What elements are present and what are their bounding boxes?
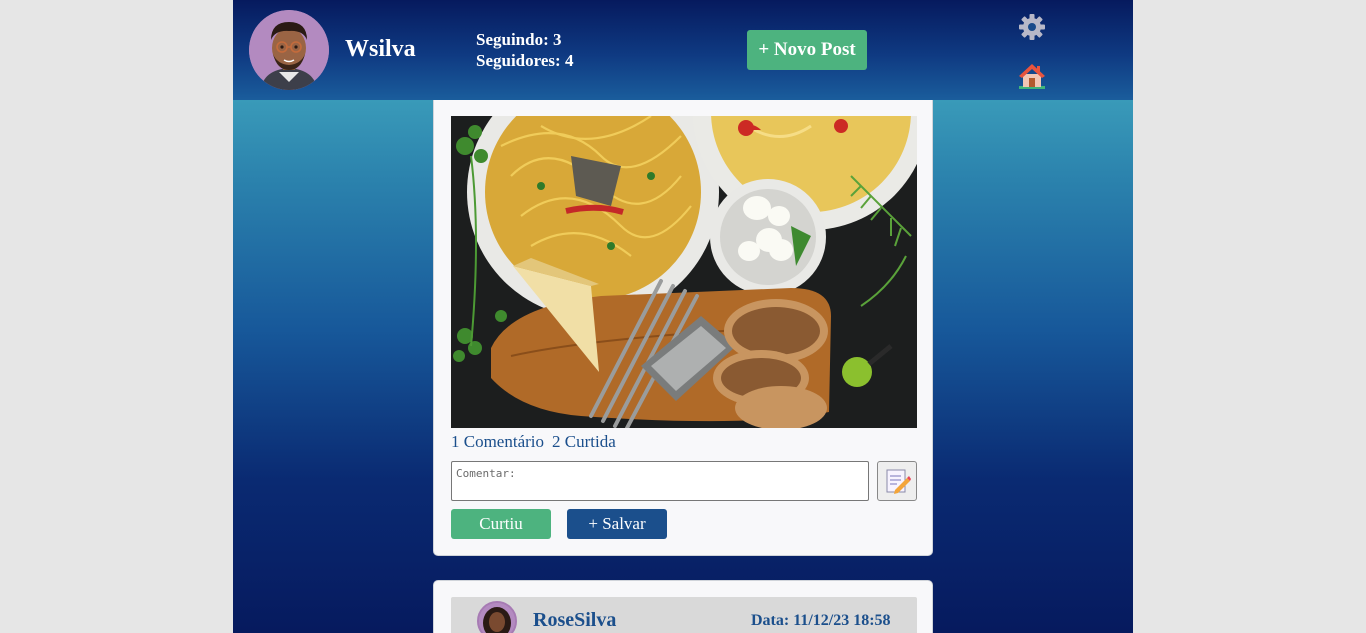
app-container: Wsilva Seguindo: 3 Seguidores: 4 + Novo …	[233, 0, 1133, 633]
post-card: 1 Comentário 2 Curtida Curtiu + Salvar	[433, 100, 933, 556]
profile-username: Wsilva	[345, 36, 416, 62]
settings-button[interactable]	[1017, 12, 1047, 42]
post-date: Data: 11/12/23 18:58	[751, 612, 891, 629]
gear-icon	[1019, 14, 1045, 40]
post-image[interactable]	[451, 116, 917, 428]
home-button[interactable]	[1017, 61, 1047, 91]
new-post-button[interactable]: + Novo Post	[747, 30, 867, 70]
send-comment-button[interactable]	[877, 461, 917, 501]
avatar[interactable]	[477, 601, 517, 633]
edit-note-icon	[886, 469, 911, 494]
home-icon	[1019, 64, 1045, 89]
post-counts: 1 Comentário 2 Curtida	[451, 432, 624, 452]
likes-count[interactable]: 2 Curtida	[552, 432, 616, 451]
post-card: RoseSilva Data: 11/12/23 18:58	[433, 580, 933, 633]
post-header: RoseSilva Data: 11/12/23 18:58	[451, 597, 917, 633]
comment-input[interactable]	[451, 461, 869, 501]
comments-count[interactable]: 1 Comentário	[451, 432, 544, 451]
post-username[interactable]: RoseSilva	[533, 609, 616, 632]
avatar[interactable]	[249, 10, 329, 90]
profile-header: Wsilva Seguindo: 3 Seguidores: 4 + Novo …	[233, 0, 1133, 100]
followers-count[interactable]: Seguidores: 4	[476, 50, 573, 71]
following-count[interactable]: Seguindo: 3	[476, 29, 573, 50]
avatar-illustration	[479, 603, 515, 633]
like-button[interactable]: Curtiu	[451, 509, 551, 539]
avatar-illustration	[249, 10, 329, 90]
save-button[interactable]: + Salvar	[567, 509, 667, 539]
profile-stats: Seguindo: 3 Seguidores: 4	[476, 29, 573, 71]
food-photo	[451, 116, 917, 428]
